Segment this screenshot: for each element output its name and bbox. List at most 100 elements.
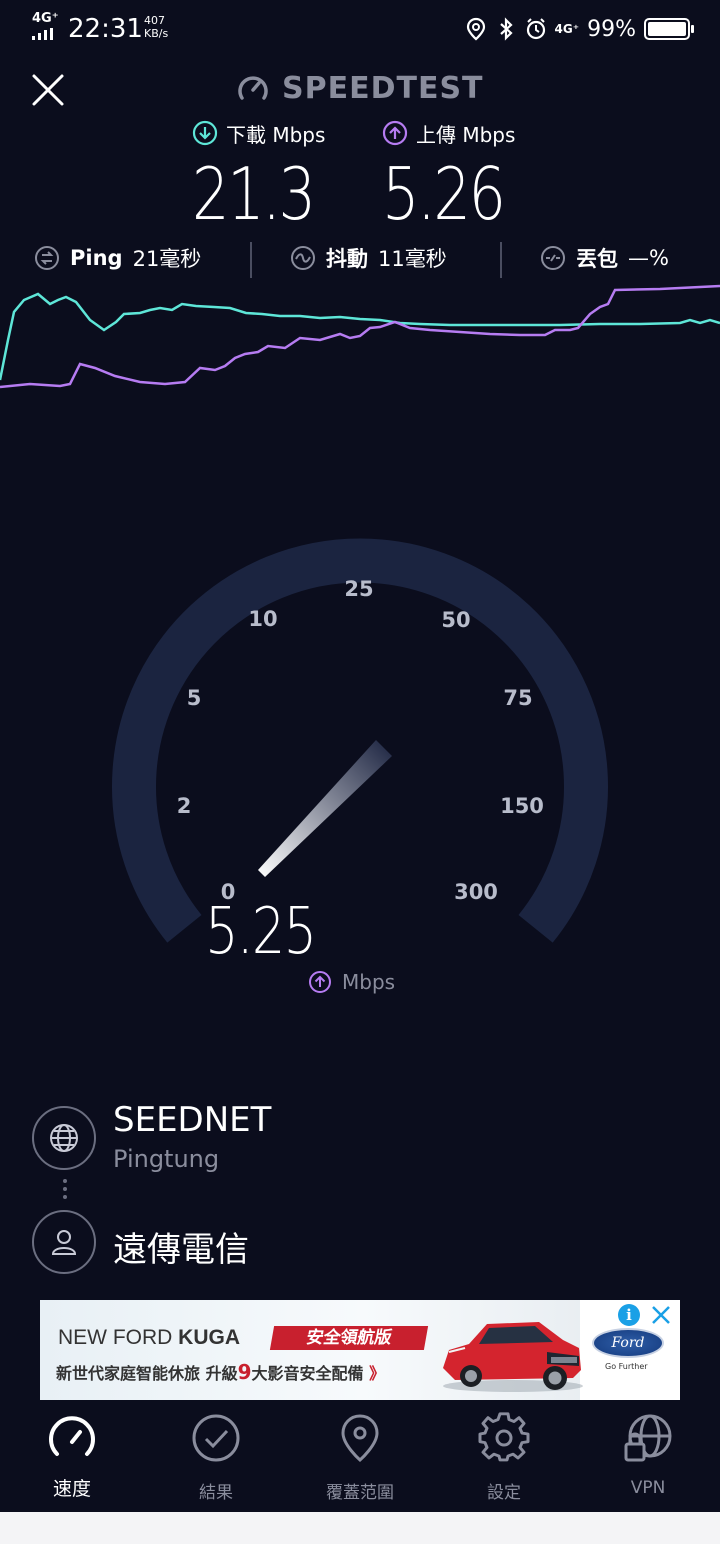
gauge-tick: 5 [186,686,202,710]
user-icon [51,1230,77,1255]
packet-loss-stat: 丟包 —% [540,240,669,276]
ping-icon [35,246,59,270]
ford-logo: Ford [592,1328,664,1358]
location-icon [466,17,485,41]
battery-icon [644,18,694,40]
server-name[interactable]: SEEDNET [113,1100,271,1140]
gauge-track [112,538,608,943]
speed-gauge: 0 2 5 10 25 50 75 150 300 [110,520,610,960]
speedometer-icon [49,1416,95,1456]
gear-icon [478,1412,530,1462]
jitter-label: 抖動 [326,247,368,271]
isp-button[interactable] [32,1210,96,1274]
ad-subtitle-b: 大影音安全配備 [251,1364,364,1383]
ping-stat: Ping 21毫秒 [34,240,201,276]
map-pin-icon [341,1414,379,1463]
app-title-text: SPEEDTEST [282,70,484,106]
gauge-current-value: 5.25 [160,895,360,969]
jitter-icon [291,246,315,270]
upload-label: 上傳 Mbps [416,122,516,147]
alarm-icon [526,18,545,40]
network-type: 4G⁺ [32,11,59,26]
divider [250,242,252,278]
ad-title-prefix: NEW FORD [58,1326,179,1349]
nav-item-coverage[interactable]: 覆蓋范圍 [290,1412,430,1508]
ping-value: 21毫秒 [132,247,202,271]
packet-loss-value: —% [628,246,669,270]
download-value: 21.3 [192,152,316,236]
ad-subtitle-a: 新世代家庭智能休旅 升級 [56,1364,238,1383]
gauge-tick: 2 [176,794,192,818]
ford-logo-text: Ford [611,1335,645,1351]
gauge-tick: 150 [500,794,544,818]
ad-banner[interactable]: NEW FORD KUGA 安全領航版 新世代家庭智能休旅 升級9大影音安全配備… [40,1300,680,1400]
isp-name: 遠傳電信 [113,1230,249,1270]
speed-graph [0,284,720,389]
status-bar: 4G⁺ 22:31 407 KB/s 4G⁺ 99% [0,0,720,58]
packet-loss-label: 丟包 [576,247,618,271]
jitter-stat: 抖動 11毫秒 [290,240,447,276]
gauge-tick: 50 [441,608,471,632]
nav-item-vpn[interactable]: VPN [578,1412,718,1508]
gauge-tick: 300 [454,880,498,904]
vpn-globe-lock-icon [624,1414,672,1462]
gauge-tick: 75 [503,686,533,710]
nav-label: VPN [630,1478,666,1498]
status-icons: 4G⁺ 99% [465,14,694,44]
battery-percent: 99% [587,16,636,42]
ad-subtitle-num: 9 [237,1360,252,1384]
nav-item-results[interactable]: 結果 [146,1412,286,1508]
car-image [443,1322,583,1392]
check-circle-icon [192,1414,240,1462]
nav-label: 速度 [52,1478,91,1500]
bottom-navigation: 速度 結果 覆蓋范圍 設定 VPN [0,1400,720,1512]
upload-value: 5.26 [382,152,506,236]
ping-label: Ping [70,246,123,270]
close-button[interactable] [28,70,68,110]
gauge-current-value-text: 5.25 [204,895,317,969]
divider [500,242,502,278]
globe-icon [50,1124,78,1152]
ad-info-icon[interactable]: i [618,1304,640,1326]
nav-label: 設定 [487,1483,521,1503]
upload-arrow-icon [382,120,408,146]
download-arrow-icon [192,120,218,146]
download-metric: 下載 Mbps 21.3 [192,118,372,236]
ad-close-icon[interactable] [650,1304,672,1326]
network-speed: 407 KB/s [144,14,168,40]
upload-speed-line [0,284,720,389]
bluetooth-icon [499,17,513,41]
ad-tag: 安全領航版 [269,1326,429,1350]
network-speed-unit: KB/s [144,27,169,40]
connector-dots [63,1179,67,1199]
ad-title: NEW FORD KUGA [58,1326,240,1350]
server-location: Pingtung [113,1145,220,1173]
speedtest-logo-icon [238,76,268,100]
jitter-value: 11毫秒 [378,247,447,271]
ad-title-model: KUGA [178,1326,240,1349]
packet-loss-icon [541,246,565,270]
server-button[interactable] [32,1106,96,1170]
speedtest-app: 4G⁺ 22:31 407 KB/s 4G⁺ 99% SPEEDTEST 下載 … [0,0,720,1512]
gauge-needle [258,740,392,877]
nav-label: 結果 [199,1483,233,1503]
latency-row: Ping 21毫秒 抖動 11毫秒 丟包 —% [34,240,694,280]
clock: 22:31 [68,14,143,44]
nav-item-speed[interactable]: 速度 [2,1412,142,1508]
gauge-unit-label: Mbps [342,970,396,994]
gauge-tick: 25 [344,577,374,601]
nav-item-settings[interactable]: 設定 [434,1412,574,1508]
app-title: SPEEDTEST [236,70,484,106]
nav-label: 覆蓋范圍 [326,1483,394,1503]
network-speed-value: 407 [144,14,165,27]
ad-subtitle: 新世代家庭智能休旅 升級9大影音安全配備 》 [56,1360,385,1384]
signal-icon [32,28,53,40]
upload-metric: 上傳 Mbps 5.26 [382,118,562,236]
gauge-unit: Mbps [308,970,395,994]
network-type-right: 4G⁺ [554,21,580,36]
download-label: 下載 Mbps [226,122,326,147]
upload-arrow-icon [309,971,331,993]
gauge-tick: 10 [248,607,278,631]
ad-subtitle-arrow: 》 [369,1364,386,1383]
ad-slogan: Go Further [605,1362,648,1371]
